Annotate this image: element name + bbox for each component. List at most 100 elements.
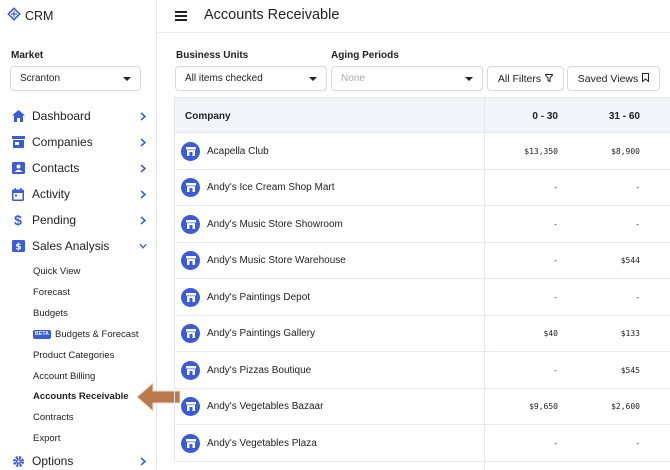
value-0-30: $40 bbox=[543, 329, 558, 338]
company-name[interactable]: Andy's Vegetables Bazaar bbox=[207, 401, 323, 412]
store-icon bbox=[181, 360, 200, 380]
saved-views-button[interactable]: Saved Views bbox=[567, 66, 660, 91]
column-divider bbox=[484, 97, 485, 470]
company-name[interactable]: Andy's Ice Cream Shop Mart bbox=[207, 182, 335, 193]
value-31-60: $133 bbox=[620, 329, 640, 338]
nav-label: Sales Analysis bbox=[32, 239, 110, 253]
aging-periods-placeholder: None bbox=[341, 73, 365, 84]
caret-down-icon bbox=[123, 76, 131, 81]
value-0-30: - bbox=[553, 256, 558, 265]
receivables-table: Company 0 - 30 31 - 60 Acapella Club $13… bbox=[174, 97, 670, 470]
store-icon bbox=[181, 251, 200, 270]
crm-logo-icon bbox=[7, 7, 21, 24]
table-row[interactable]: Acapella Club $13,350 $8,900 bbox=[174, 133, 670, 170]
chevron-right-icon bbox=[139, 215, 147, 225]
table-row[interactable]: Andy's Paintings Gallery $40 $133 bbox=[174, 315, 670, 352]
nav-label: Contacts bbox=[32, 161, 80, 175]
table-row[interactable]: Andy's Vegetables Plaza - - bbox=[174, 425, 670, 462]
store-icon bbox=[181, 397, 200, 416]
market-select[interactable]: Scranton bbox=[10, 66, 141, 91]
saved-views-label: Saved Views bbox=[577, 72, 639, 85]
home-icon bbox=[11, 109, 25, 123]
store-icon bbox=[181, 287, 200, 307]
value-31-60: - bbox=[635, 292, 640, 302]
subnav-export[interactable]: Export bbox=[33, 431, 60, 445]
nav-item-pending[interactable]: $ Pending bbox=[11, 211, 147, 229]
value-31-60: - bbox=[635, 183, 640, 192]
market-value: Scranton bbox=[20, 73, 61, 84]
nav-item-sales-analysis[interactable]: $ Sales Analysis bbox=[11, 237, 147, 255]
table-row[interactable]: Andy's Paintings Depot - - bbox=[174, 279, 670, 316]
value-0-30: - bbox=[553, 219, 558, 229]
value-0-30: - bbox=[553, 183, 558, 192]
subnav-quick-view[interactable]: Quick View bbox=[33, 264, 80, 278]
nav-label: Options bbox=[32, 454, 74, 468]
value-0-30: $9,650 bbox=[529, 402, 558, 411]
all-filters-label: All Filters bbox=[497, 72, 542, 85]
value-31-60: $2,600 bbox=[611, 402, 640, 411]
chevron-right-icon bbox=[139, 163, 147, 173]
all-filters-button[interactable]: All Filters bbox=[487, 66, 564, 91]
app-name: CRM bbox=[25, 8, 54, 23]
table-row[interactable]: Andy's Vegetables Bazaar $9,650 $2,600 bbox=[174, 388, 670, 425]
nav-label: Dashboard bbox=[32, 109, 91, 123]
company-name[interactable]: Andy's Music Store Warehouse bbox=[207, 255, 346, 266]
value-0-30: $13,350 bbox=[524, 146, 558, 156]
value-0-30: - bbox=[553, 365, 558, 375]
table-row[interactable]: Andy's Pizzas Boutique - $545 bbox=[174, 352, 670, 389]
store-icon bbox=[181, 214, 200, 234]
beta-badge: BETA bbox=[33, 329, 52, 339]
company-name[interactable]: Andy's Paintings Gallery bbox=[207, 328, 315, 339]
chevron-right-icon bbox=[139, 111, 147, 121]
store-icon bbox=[11, 135, 25, 149]
nav-item-contacts[interactable]: Contacts bbox=[11, 159, 147, 177]
contacts-icon bbox=[11, 161, 25, 175]
nav-item-companies[interactable]: Companies bbox=[11, 133, 147, 151]
top-bar: Accounts Receivable bbox=[157, 0, 670, 33]
chevron-right-icon bbox=[139, 137, 147, 147]
company-name[interactable]: Acapella Club bbox=[207, 146, 269, 157]
value-31-60: - bbox=[635, 219, 640, 229]
svg-text:$: $ bbox=[15, 243, 21, 253]
table-row[interactable]: Andy's Music Store Showroom - - bbox=[174, 206, 670, 243]
table-row[interactable]: Andy's Ice Cream Shop Mart - - bbox=[174, 169, 670, 206]
store-icon bbox=[181, 178, 200, 197]
store-icon bbox=[181, 433, 200, 453]
table-row[interactable]: Andy's Music Store Warehouse - $544 bbox=[174, 242, 670, 279]
brand[interactable]: CRM bbox=[7, 7, 53, 24]
value-31-60: - bbox=[635, 438, 640, 448]
column-header-company[interactable]: Company bbox=[185, 98, 231, 134]
company-name[interactable]: Andy's Pizzas Boutique bbox=[207, 365, 311, 376]
page-title: Accounts Receivable bbox=[204, 7, 340, 23]
filter-icon bbox=[543, 73, 555, 85]
company-name[interactable]: Andy's Paintings Depot bbox=[207, 292, 310, 303]
dollar-icon: $ bbox=[14, 212, 22, 228]
aging-periods-select[interactable]: None bbox=[331, 66, 483, 91]
sidebar: CRM Market Scranton Dashboard Companies … bbox=[0, 0, 157, 470]
subnav-account-billing[interactable]: Account Billing bbox=[33, 369, 95, 383]
nav-item-options[interactable]: Options bbox=[11, 452, 147, 470]
table-body: Acapella Club $13,350 $8,900 Andy's Ice … bbox=[174, 133, 670, 462]
store-icon bbox=[181, 324, 200, 343]
store-icon bbox=[181, 141, 200, 161]
nav-item-dashboard[interactable]: Dashboard bbox=[11, 107, 147, 125]
subnav-product-categories[interactable]: Product Categories bbox=[33, 348, 114, 362]
column-header-31-60[interactable]: 31 - 60 bbox=[575, 98, 640, 134]
value-31-60: $544 bbox=[620, 256, 640, 265]
subnav-contracts[interactable]: Contracts bbox=[33, 410, 74, 424]
aging-periods-label: Aging Periods bbox=[331, 50, 399, 61]
value-0-30: - bbox=[553, 292, 558, 302]
menu-icon[interactable] bbox=[175, 11, 187, 21]
column-header-0-30[interactable]: 0 - 30 bbox=[486, 98, 558, 134]
nav-item-activity[interactable]: Activity bbox=[11, 185, 147, 203]
company-name[interactable]: Andy's Music Store Showroom bbox=[207, 219, 343, 230]
subnav-budgets-forecast[interactable]: BETA Budgets & Forecast bbox=[33, 327, 138, 341]
subnav-accounts-receivable[interactable]: Accounts Receivable bbox=[33, 389, 129, 403]
business-units-select[interactable]: All items checked bbox=[175, 66, 327, 91]
chevron-down-icon bbox=[139, 242, 147, 250]
value-0-30: - bbox=[553, 438, 558, 448]
subnav-forecast[interactable]: Forecast bbox=[33, 285, 70, 299]
subnav-budgets[interactable]: Budgets bbox=[33, 306, 68, 320]
company-name[interactable]: Andy's Vegetables Plaza bbox=[207, 438, 317, 449]
nav-label: Companies bbox=[32, 135, 93, 149]
